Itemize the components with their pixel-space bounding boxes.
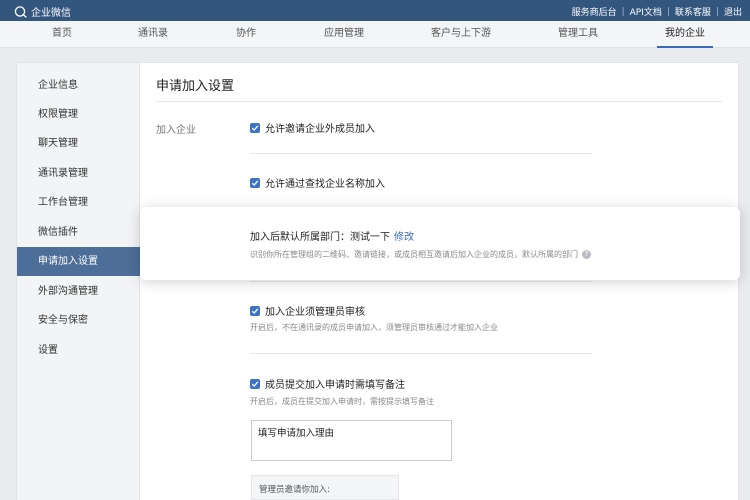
sidebar-item-chat-management[interactable]: 聊天管理	[17, 129, 140, 158]
option-require-note[interactable]: 成员提交加入申请时需填写备注	[250, 376, 405, 391]
join-reason-textarea[interactable]: 填写申请加入理由	[251, 420, 452, 461]
modify-link[interactable]: 修改	[394, 232, 414, 243]
sidebar-item-wechat-plugin[interactable]: 微信插件	[17, 218, 140, 247]
wecom-logo-icon	[14, 5, 27, 18]
top-link-contact[interactable]: 联系客服	[675, 5, 711, 18]
sidebar-item-permissions[interactable]: 权限管理	[17, 100, 140, 129]
divider	[250, 153, 592, 154]
checkbox-checked-icon[interactable]	[250, 378, 260, 389]
checkbox-checked-icon[interactable]	[250, 305, 260, 316]
default-department-hint: 识别你所在管理组的二维码、邀请链接，或成员相互邀请后加入企业的成员，默认所属的部…	[250, 249, 591, 260]
option-allow-search[interactable]: 允许通过查找企业名称加入	[250, 175, 385, 190]
option-label: 允许邀请企业外成员加入	[265, 124, 375, 135]
nav-home[interactable]: 首页	[52, 21, 72, 48]
page-title: 申请加入设置	[156, 79, 235, 94]
sidebar-item-workbench[interactable]: 工作台管理	[17, 188, 140, 217]
help-icon[interactable]: ?	[582, 250, 591, 259]
nav-customers[interactable]: 客户与上下游	[431, 21, 491, 48]
sidebar-item-enterprise-info[interactable]: 企业信息	[17, 71, 140, 100]
top-link-api-docs[interactable]: API文档	[630, 5, 662, 18]
nav-my-enterprise[interactable]: 我的企业	[657, 21, 713, 48]
option-allow-invite[interactable]: 允许邀请企业外成员加入	[250, 120, 375, 135]
top-links: 服务商后台 | API文档 | 联系客服 | 退出	[572, 5, 742, 19]
checkbox-checked-icon[interactable]	[250, 177, 260, 188]
default-department-card: 加入后默认所属部门：测试一下 修改 识别你所在管理组的二维码、邀请链接，或成员相互…	[140, 207, 740, 280]
top-link-separator: |	[666, 6, 670, 17]
default-department-label: 加入后默认所属部门：测试一下	[250, 232, 390, 243]
invite-preview: 管理员邀请你加入:	[251, 475, 399, 500]
divider	[250, 281, 592, 282]
option-label: 加入企业须管理员审核	[265, 307, 365, 318]
option-admin-review[interactable]: 加入企业须管理员审核	[250, 303, 365, 318]
nav-management-tools[interactable]: 管理工具	[558, 21, 598, 48]
main-nav: 首页 通讯录 协作 应用管理 客户与上下游 管理工具 我的企业	[0, 21, 750, 48]
sidebar: 企业信息 权限管理 聊天管理 通讯录管理 工作台管理 微信插件 申请加入设置 外…	[17, 63, 140, 500]
app-logo[interactable]: 企业微信	[14, 4, 71, 19]
sidebar-item-join-settings[interactable]: 申请加入设置	[17, 247, 140, 276]
default-department-description: 识别你所在管理组的二维码、邀请链接，或成员相互邀请后加入企业的成员，默认所属的部…	[250, 250, 578, 259]
option-hint: 开启后，不在通讯录的成员申请加入，须管理员审核通过才能加入企业	[250, 323, 498, 332]
invite-label: 管理员邀请你加入:	[259, 485, 330, 495]
default-department-text: 加入后默认所属部门：测试一下 修改	[250, 228, 414, 243]
checkbox-checked-icon[interactable]	[250, 122, 260, 133]
app-name: 企业微信	[31, 8, 71, 19]
sidebar-item-security[interactable]: 安全与保密	[17, 306, 140, 335]
nav-contacts[interactable]: 通讯录	[138, 21, 168, 48]
section-label-join: 加入企业	[156, 125, 196, 136]
sidebar-item-external-communication[interactable]: 外部沟通管理	[17, 277, 140, 306]
top-link-separator: |	[715, 6, 719, 17]
settings-panel: 企业信息 权限管理 聊天管理 通讯录管理 工作台管理 微信插件 申请加入设置 外…	[16, 62, 739, 500]
main-content: 申请加入设置 加入企业 允许邀请企业外成员加入 允许通过查找企业名称加入 加入企…	[140, 63, 738, 500]
option-label: 成员提交加入申请时需填写备注	[265, 380, 405, 391]
title-divider	[156, 101, 722, 102]
top-link-service-backend[interactable]: 服务商后台	[572, 5, 617, 18]
sidebar-item-contacts-management[interactable]: 通讯录管理	[17, 159, 140, 188]
option-hint: 开启后，成员在提交加入申请时，需按提示填写备注	[250, 397, 434, 406]
top-link-separator: |	[621, 6, 625, 17]
top-link-logout[interactable]: 退出	[724, 5, 742, 18]
nav-collaboration[interactable]: 协作	[236, 21, 256, 48]
top-bar: 企业微信 服务商后台 | API文档 | 联系客服 | 退出	[0, 0, 750, 21]
option-label: 允许通过查找企业名称加入	[265, 179, 385, 190]
nav-app-management[interactable]: 应用管理	[324, 21, 364, 48]
sidebar-item-settings[interactable]: 设置	[17, 336, 140, 365]
divider	[250, 353, 592, 354]
